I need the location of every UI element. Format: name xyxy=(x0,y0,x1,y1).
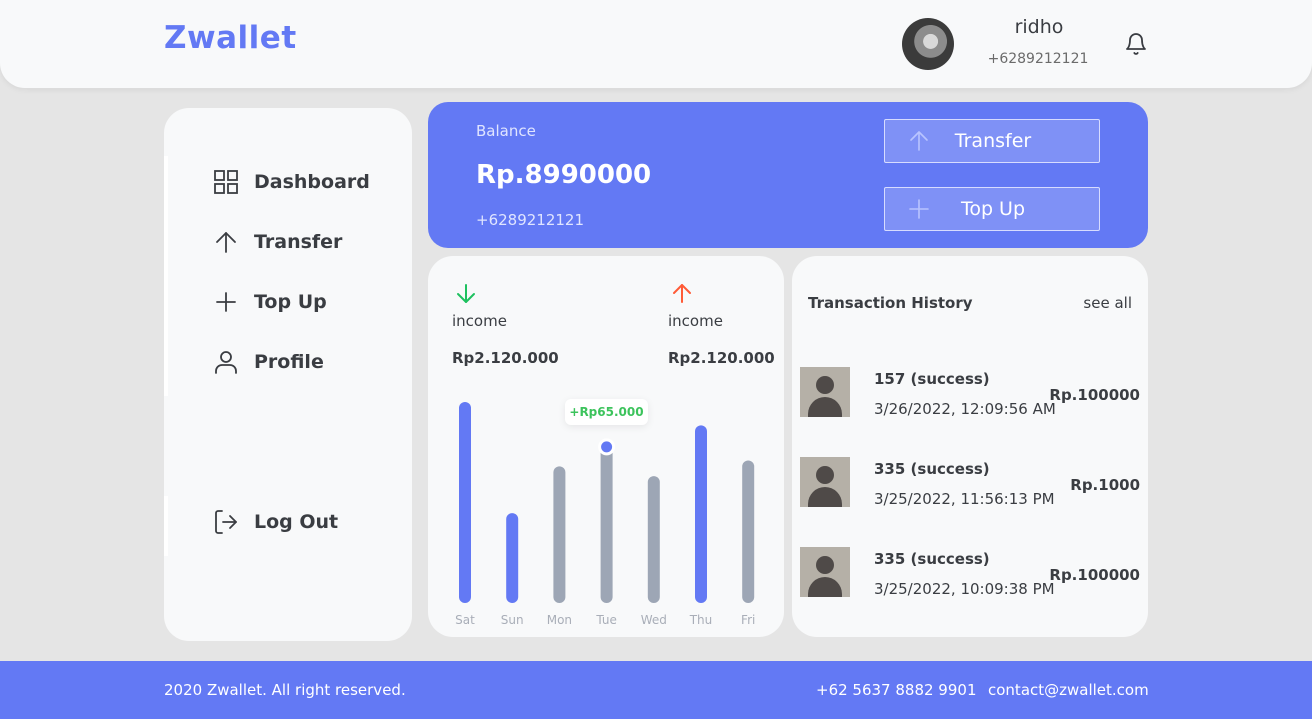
avatar xyxy=(800,457,850,507)
sidebar-item-topup[interactable]: Top Up xyxy=(212,287,327,317)
user-icon xyxy=(215,351,237,374)
footer-copyright: 2020 Zwallet. All right reserved. xyxy=(164,681,406,699)
transaction-amount: Rp.100000 xyxy=(1049,386,1140,404)
sidebar-item-label: Transfer xyxy=(254,231,343,253)
transaction-date: 3/25/2022, 10:09:38 PM xyxy=(874,580,1055,598)
arrow-up-icon xyxy=(673,284,691,303)
income-chart-card: income Rp2.120.000 income Rp2.120.000 Sa… xyxy=(428,256,784,637)
plus-icon xyxy=(216,292,236,312)
transaction-name: 335 (success) xyxy=(874,460,990,478)
chart-tick-label: Sat xyxy=(455,613,475,627)
transaction-row[interactable]: 335 (success) 3/25/2022, 11:56:13 PM Rp.… xyxy=(792,457,1148,508)
transaction-amount: Rp.100000 xyxy=(1049,566,1140,584)
chart-highlight-dot[interactable] xyxy=(598,438,616,456)
sidebar: Dashboard Transfer Top Up Profile Log Ou… xyxy=(164,108,412,641)
transaction-history-card: Transaction History see all 157 (success… xyxy=(792,256,1148,637)
logout-icon xyxy=(215,510,237,534)
user-avatar[interactable] xyxy=(902,18,954,70)
user-phone: +6289212121 xyxy=(987,51,1089,67)
expense-label: income xyxy=(668,312,723,330)
transaction-row[interactable]: 157 (success) 3/26/2022, 12:09:56 AM Rp.… xyxy=(792,367,1148,418)
footer-phone[interactable]: +62 5637 8882 9901 xyxy=(816,681,976,699)
income-label: income xyxy=(452,312,507,330)
balance-amount: Rp.8990000 xyxy=(476,160,652,190)
transfer-button[interactable]: Transfer xyxy=(884,119,1100,163)
logout-label: Log Out xyxy=(254,511,339,533)
transaction-name: 335 (success) xyxy=(874,550,990,568)
sidebar-item-label: Top Up xyxy=(254,291,327,313)
chart-tick-label: Thu xyxy=(689,613,713,627)
user-name: ridho xyxy=(1014,16,1064,38)
expense-value: Rp2.120.000 xyxy=(668,349,775,367)
topup-button-label: Top Up xyxy=(960,198,1026,220)
transaction-date: 3/25/2022, 11:56:13 PM xyxy=(874,490,1055,508)
sidebar-item-label: Dashboard xyxy=(254,171,370,193)
arrow-up-icon xyxy=(216,232,236,253)
chart-tick-label: Sun xyxy=(501,613,524,627)
transaction-name: 157 (success) xyxy=(874,370,990,388)
footer-email[interactable]: contact@zwallet.com xyxy=(988,681,1149,699)
transaction-date: 3/26/2022, 12:09:56 AM xyxy=(874,400,1056,418)
transaction-row[interactable]: 335 (success) 3/25/2022, 10:09:38 PM Rp.… xyxy=(792,547,1148,598)
sidebar-item-label: Profile xyxy=(254,351,324,373)
chart-tick-label: Tue xyxy=(595,613,617,627)
bell-icon[interactable] xyxy=(1124,31,1148,57)
chart-tick-label: Mon xyxy=(547,613,572,627)
balance-label: Balance xyxy=(476,122,536,140)
history-title: Transaction History xyxy=(808,294,973,312)
chart-tick-label: Fri xyxy=(741,613,755,627)
see-all-link[interactable]: see all xyxy=(1083,294,1132,312)
balance-phone: +6289212121 xyxy=(476,211,585,229)
chart-tooltip: +Rp65.000 xyxy=(565,399,648,425)
sidebar-item-profile[interactable]: Profile xyxy=(212,347,324,377)
footer: 2020 Zwallet. All right reserved. +62 56… xyxy=(0,661,1312,719)
sidebar-item-transfer[interactable]: Transfer xyxy=(212,227,342,257)
chart-tick-label: Wed xyxy=(641,613,667,627)
avatar xyxy=(800,547,850,597)
grid-icon xyxy=(214,170,238,194)
topup-button[interactable]: Top Up xyxy=(884,187,1100,231)
avatar xyxy=(800,367,850,417)
logout-button[interactable]: Log Out xyxy=(212,507,338,537)
sidebar-accent xyxy=(164,156,168,396)
income-value: Rp2.120.000 xyxy=(452,349,559,367)
app-logo[interactable]: Zwallet xyxy=(164,20,297,56)
balance-card: Balance Rp.8990000 +6289212121 Transfer … xyxy=(428,102,1148,248)
transaction-amount: Rp.1000 xyxy=(1070,476,1140,494)
sidebar-accent xyxy=(164,496,168,556)
sidebar-item-dashboard[interactable]: Dashboard xyxy=(212,167,370,197)
top-header: Zwallet ridho +6289212121 xyxy=(0,0,1312,88)
transfer-button-label: Transfer xyxy=(954,130,1032,152)
arrow-down-icon xyxy=(457,284,475,303)
